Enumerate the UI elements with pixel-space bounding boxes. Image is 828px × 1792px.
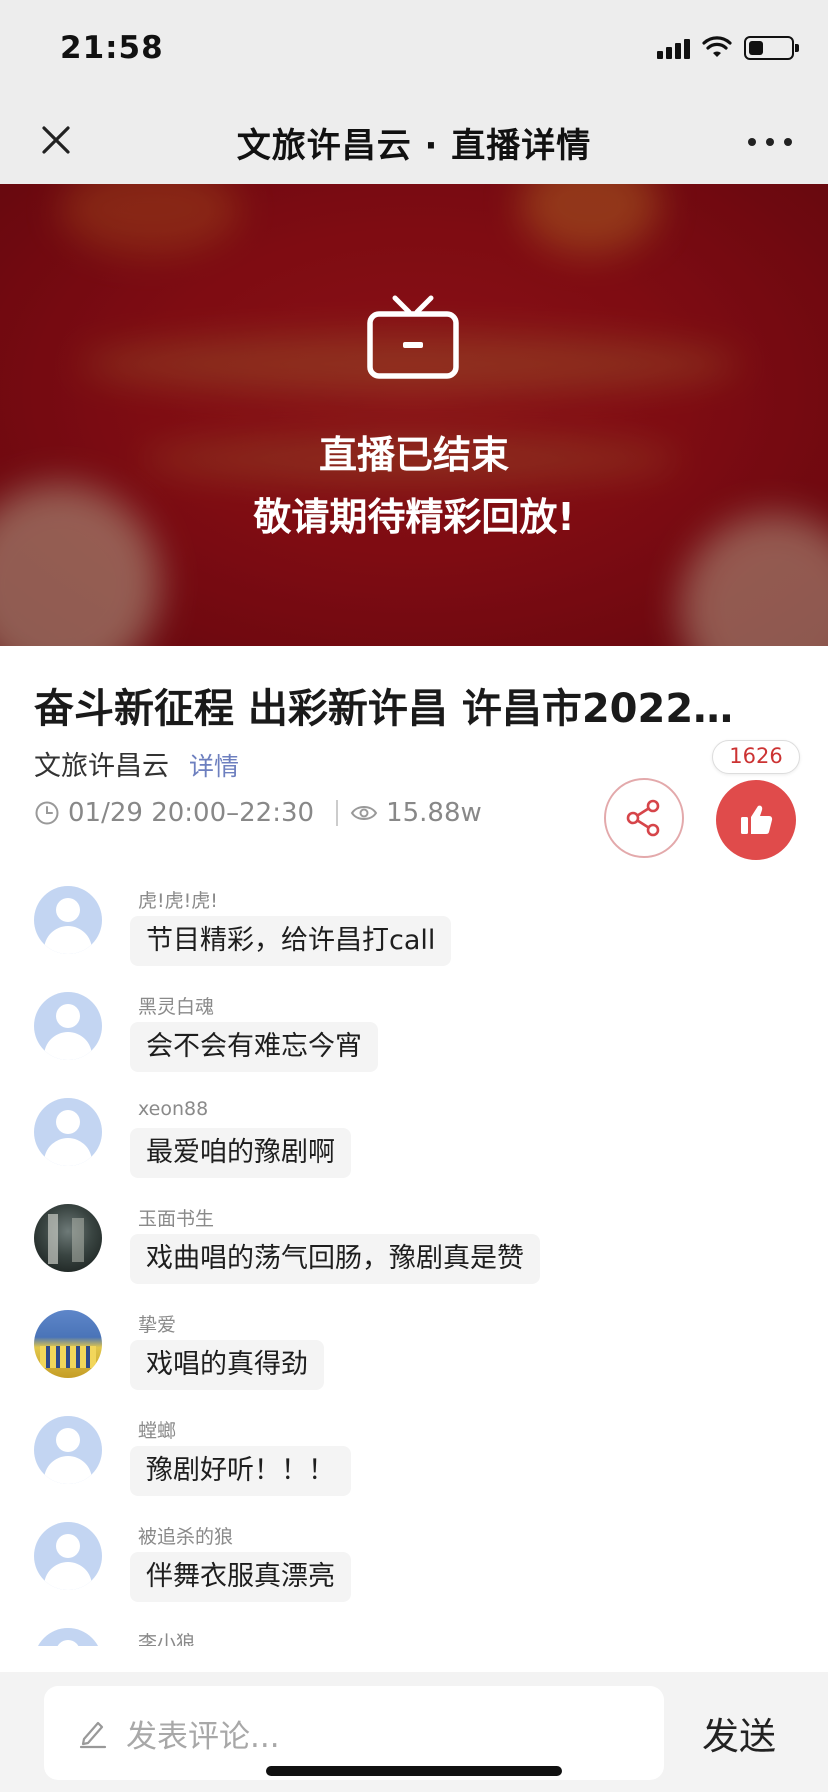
send-button[interactable]: 发送 — [702, 1706, 776, 1760]
more-dot-icon — [766, 138, 774, 146]
live-title: 奋斗新征程 出彩新许昌 许昌市2022… — [34, 686, 734, 732]
comment-item: 玉面书生 戏曲唱的荡气回肠，豫剧真是赞 — [0, 1204, 828, 1308]
comment-text: 节目精彩，给许昌打call — [130, 916, 452, 966]
tv-icon — [367, 295, 459, 379]
page-title: 文旅许昌云 · 直播详情 — [236, 126, 592, 166]
comment-item: 螳螂 豫剧好听！！！ — [0, 1416, 828, 1520]
comment-item: 挚爱 戏唱的真得劲 — [0, 1310, 828, 1414]
status-bar: 21:58 — [0, 0, 828, 98]
comment-username: 虎!虎!虎! — [138, 890, 218, 912]
avatar[interactable] — [34, 1098, 102, 1166]
avatar[interactable] — [34, 1204, 102, 1272]
comment-username: 玉面书生 — [138, 1208, 215, 1230]
comment-username: 挚爱 — [138, 1314, 177, 1336]
comment-text: 最爱咱的豫剧啊 — [130, 1128, 351, 1178]
home-indicator — [266, 1766, 562, 1776]
live-time: 01/29 20:00–22:30 — [68, 798, 315, 828]
avatar[interactable] — [34, 1310, 102, 1378]
thumbs-up-icon — [741, 805, 773, 834]
detail-link[interactable]: 详情 — [189, 747, 239, 783]
comment-text: 会不会有难忘今宵 — [130, 1022, 378, 1072]
comment-input-placeholder: 发表评论... — [126, 1718, 280, 1755]
battery-icon — [744, 36, 799, 60]
comment-text: 戏唱的真得劲 — [130, 1340, 324, 1390]
comment-username: 螳螂 — [138, 1420, 177, 1442]
status-icons — [657, 36, 799, 60]
avatar[interactable] — [34, 1522, 102, 1590]
share-button[interactable] — [604, 778, 684, 858]
live-ended-text: 直播已结束 — [318, 433, 509, 477]
comment-list[interactable]: 虎!虎!虎! 节目精彩，给许昌打call 黑灵白魂 会不会有难忘今宵 xeon8… — [0, 886, 828, 1646]
avatar[interactable] — [34, 1416, 102, 1484]
comment-text: 伴舞衣服真漂亮 — [130, 1552, 351, 1602]
comment-text: 戏曲唱的荡气回肠，豫剧真是赞 — [130, 1234, 540, 1284]
comment-item: 被追杀的狼 伴舞衣服真漂亮 — [0, 1522, 828, 1626]
avatar[interactable] — [34, 992, 102, 1060]
comment-username: 黑灵白魂 — [138, 996, 215, 1018]
avatar[interactable] — [34, 886, 102, 954]
avatar[interactable] — [34, 1628, 102, 1646]
more-dot-icon — [748, 138, 756, 146]
like-count: 1626 — [712, 740, 800, 774]
author-name[interactable]: 文旅许昌云 — [34, 744, 169, 783]
comment-username: 李小狼 — [138, 1632, 196, 1646]
signal-icon — [657, 37, 690, 59]
comment-item: 黑灵白魂 会不会有难忘今宵 — [0, 992, 828, 1096]
comment-item: xeon88 最爱咱的豫剧啊 — [0, 1098, 828, 1202]
like-button[interactable] — [716, 780, 796, 860]
comment-item: 虎!虎!虎! 节目精彩，给许昌打call — [0, 886, 828, 990]
nav-bar: 文旅许昌云 · 直播详情 — [0, 98, 828, 184]
more-dot-icon — [784, 138, 792, 146]
more-button[interactable] — [748, 122, 792, 162]
status-time: 21:58 — [60, 30, 164, 66]
share-icon — [626, 799, 660, 837]
author-row: 文旅许昌云 详情 — [34, 744, 239, 783]
meta-row: 01/29 20:00–22:30 15.88w — [34, 798, 482, 828]
clock-icon — [35, 801, 59, 825]
comment-username: 被追杀的狼 — [138, 1526, 234, 1548]
comment-text: 豫剧好听！！！ — [130, 1446, 351, 1496]
video-player[interactable]: 直播已结束 敬请期待精彩回放! — [0, 184, 828, 646]
video-overlay — [0, 184, 828, 646]
comment-username: xeon88 — [138, 1098, 209, 1120]
wifi-icon — [702, 36, 732, 57]
view-count: 15.88w — [386, 798, 482, 828]
battery-level — [749, 41, 763, 55]
replay-notice-text: 敬请期待精彩回放! — [253, 495, 575, 539]
meta-divider — [336, 800, 339, 826]
pencil-icon — [79, 1721, 107, 1749]
comment-item: 李小狼 — [0, 1628, 828, 1646]
eye-icon — [350, 806, 378, 820]
